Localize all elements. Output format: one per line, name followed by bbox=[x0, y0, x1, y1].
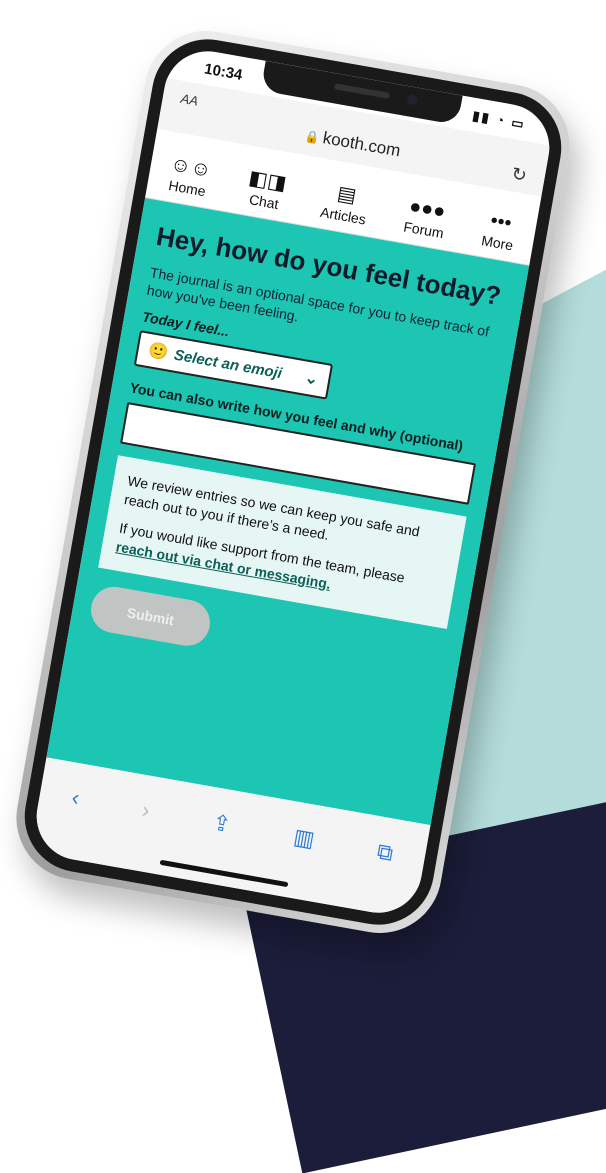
more-icon: ••• bbox=[488, 209, 514, 235]
tabs-icon[interactable]: ⧉ bbox=[375, 838, 395, 866]
back-icon[interactable]: ‹ bbox=[70, 785, 82, 812]
bookmarks-icon[interactable]: ▥ bbox=[292, 824, 317, 853]
articles-icon: ▤ bbox=[335, 182, 358, 208]
emoji-select-value: Select an emoji bbox=[172, 346, 284, 383]
speaker bbox=[333, 83, 391, 99]
battery-icon: ▭ bbox=[510, 114, 527, 132]
lock-icon: 🔒 bbox=[303, 128, 322, 146]
nav-articles[interactable]: ▤ Articles bbox=[319, 180, 371, 228]
status-icons: ▮▮ ◔ ▭ bbox=[471, 108, 527, 133]
wifi-icon: ◔ bbox=[494, 111, 508, 129]
chevron-down-icon: ⌄ bbox=[303, 369, 320, 390]
nav-articles-label: Articles bbox=[319, 203, 368, 228]
smile-emoji-icon: 🙂 bbox=[147, 342, 170, 363]
url-text: kooth.com bbox=[321, 128, 402, 161]
nav-more[interactable]: ••• More bbox=[480, 209, 518, 254]
nav-chat[interactable]: ◧◨ Chat bbox=[244, 167, 288, 213]
share-icon[interactable]: ⇪ bbox=[210, 809, 232, 838]
nav-home[interactable]: ☺☺ Home bbox=[166, 153, 212, 199]
signal-icon: ▮▮ bbox=[471, 107, 493, 126]
status-time: 10:34 bbox=[202, 60, 244, 84]
camera bbox=[406, 94, 418, 106]
submit-button[interactable]: Submit bbox=[87, 582, 214, 650]
forward-icon[interactable]: › bbox=[140, 797, 152, 824]
nav-forum[interactable]: ●●● Forum bbox=[402, 195, 449, 241]
